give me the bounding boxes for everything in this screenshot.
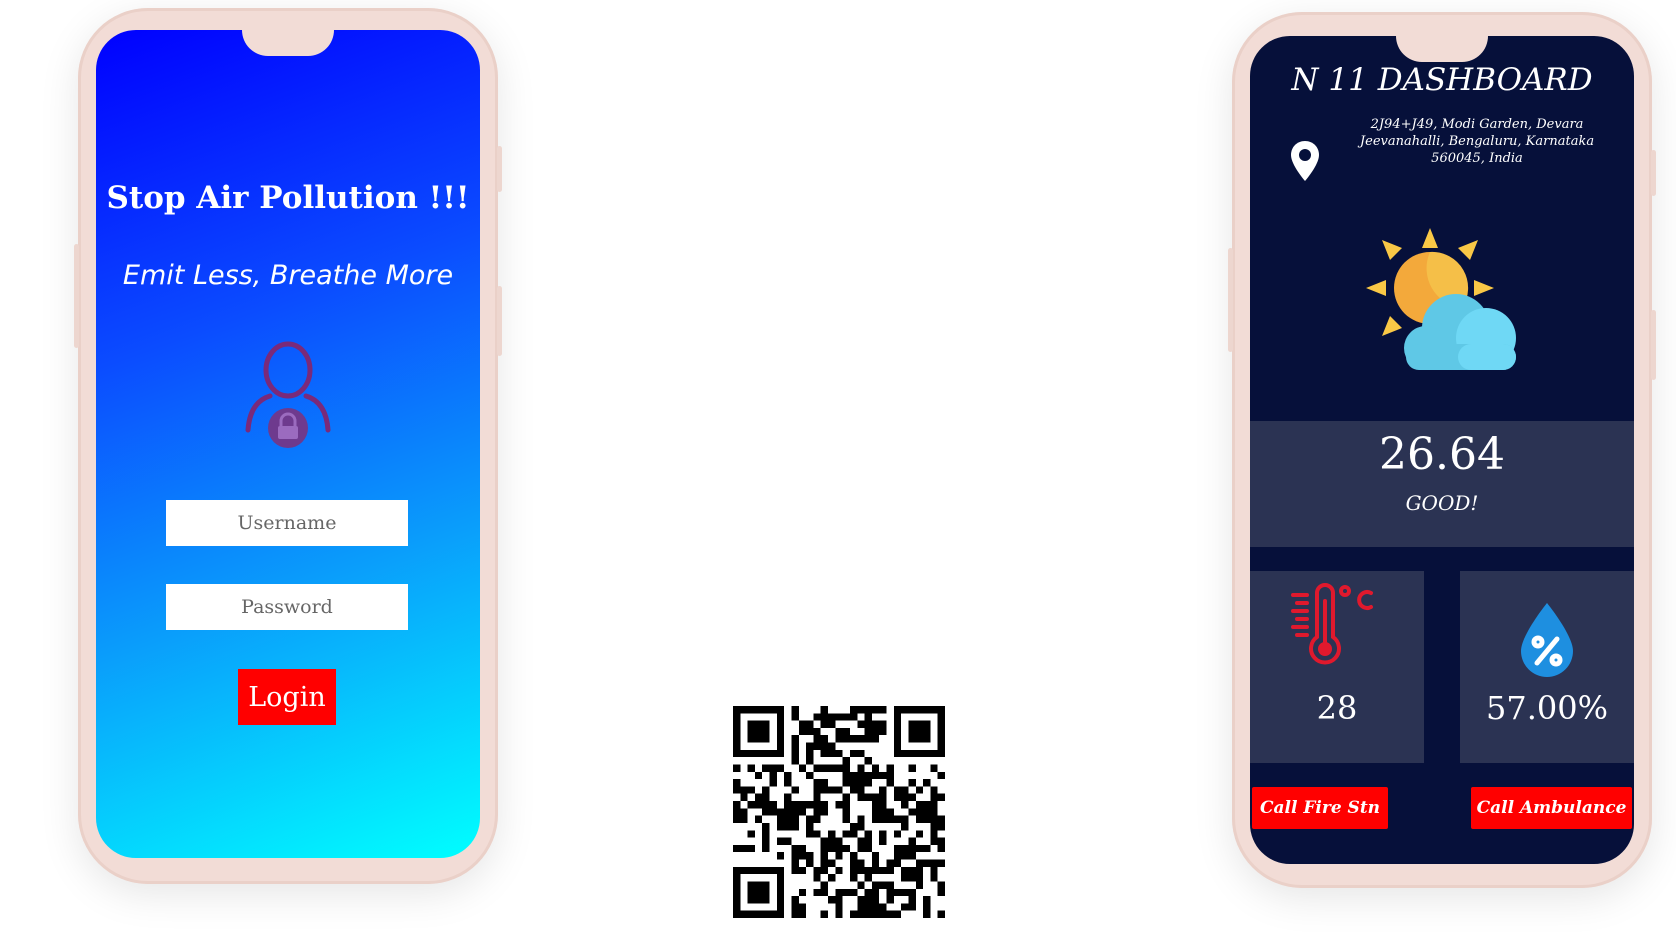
location-address: 2J94+J49, Modi Garden, Devara Jeevanahal… [1359,117,1595,166]
dashboard-phone: N 11 DASHBOARD 2J94+J49, Modi Garden, De… [1228,12,1656,888]
map-pin-icon [1291,141,1319,181]
power-button [497,286,502,356]
notch [1396,36,1488,62]
side-button [1651,150,1656,196]
volume-button [74,244,79,348]
user-lock-icon [245,341,331,448]
call-fire-station-button[interactable]: Call Fire Stn [1252,787,1388,829]
qr-code [733,706,945,918]
dashboard-title: N 11 DASHBOARD [1291,62,1593,98]
aqi-panel: 26.64 GOOD! [1250,421,1634,547]
dashboard-screen: N 11 DASHBOARD 2J94+J49, Modi Garden, De… [1250,36,1634,864]
login-tagline: Emit Less, Breathe More [122,260,454,291]
aqi-status: GOOD! [1405,491,1479,515]
username-input[interactable] [166,500,408,546]
login-title: Stop Air Pollution !!! [106,180,470,216]
password-input[interactable] [166,584,408,630]
thermometer-celsius-icon [1291,583,1373,665]
humidity-card: 57.00% [1460,571,1634,763]
login-phone: Stop Air Pollution !!! Emit Less, Breath… [74,8,502,884]
partly-cloudy-icon [1366,228,1516,370]
call-ambulance-button[interactable]: Call Ambulance [1471,787,1632,829]
power-button [1651,310,1656,380]
login-screen: Stop Air Pollution !!! Emit Less, Breath… [96,30,480,858]
side-button [497,146,502,192]
temperature-card: 28 [1250,571,1424,763]
humidity-drop-icon [1521,603,1573,677]
temperature-value: 28 [1316,689,1358,727]
notch [242,30,334,56]
login-button[interactable]: Login [238,669,336,725]
aqi-value: 26.64 [1379,429,1505,480]
humidity-value: 57.00% [1485,689,1608,727]
volume-button [1228,248,1233,352]
